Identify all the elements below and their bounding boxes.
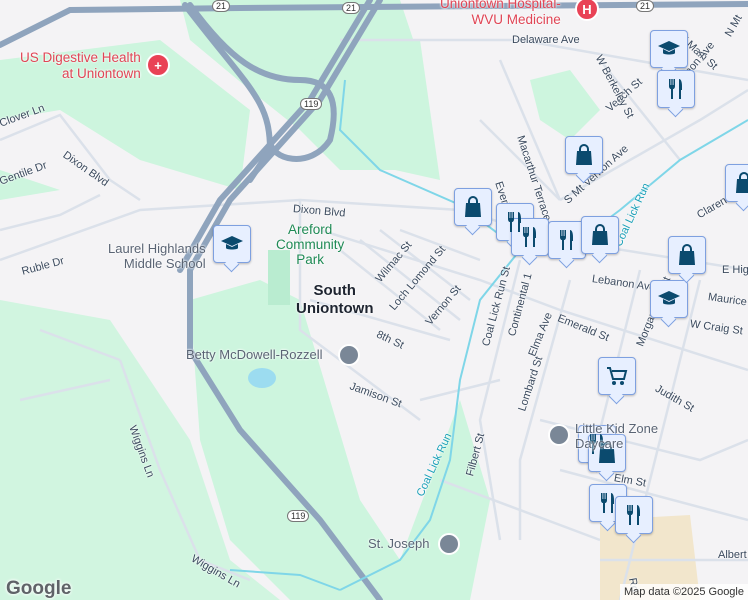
route-21-shield: 21: [342, 2, 361, 14]
restaurant-icon: [627, 505, 640, 525]
shopping-pin[interactable]: [581, 216, 619, 254]
school-line1: Laurel Highlands: [108, 241, 206, 256]
shopping-icon: [592, 224, 608, 245]
shopping-icon: [736, 172, 748, 193]
shopping-pin[interactable]: [565, 136, 603, 174]
stjoseph-label[interactable]: St. Joseph: [368, 536, 429, 551]
shopping-icon: [465, 196, 481, 217]
town-line2: Uniontown: [296, 300, 374, 317]
town-line1: South: [313, 282, 356, 299]
school-icon: [658, 41, 680, 55]
restaurant-icon: [560, 230, 573, 250]
park-line1: Areford: [287, 222, 333, 237]
grocery-icon: [607, 367, 628, 385]
restaurant-icon: [601, 493, 614, 513]
route-119-shield: 119: [300, 98, 323, 110]
route-119-shield: 119: [287, 510, 310, 522]
map-attribution[interactable]: Map data ©2025 Google: [619, 584, 748, 600]
digestive-line2: at Uniontown: [62, 66, 141, 81]
grocery-pin[interactable]: [598, 357, 636, 395]
place-marker-icon[interactable]: [548, 424, 570, 446]
restaurant-icon: [523, 227, 536, 247]
hospital-name-line2: WVU Medicine: [471, 12, 561, 27]
park-line2: Community: [276, 237, 345, 252]
route-21-shield: 21: [636, 0, 655, 12]
street-label: Albert: [718, 549, 747, 561]
betty-label[interactable]: Betty McDowell-Rozzell: [186, 347, 323, 362]
school-icon: [221, 236, 243, 250]
street-label: Delaware Ave: [512, 34, 580, 46]
google-logo[interactable]: Google: [6, 578, 71, 600]
kidzone-line2: Daycare: [575, 436, 624, 451]
shopping-pin[interactable]: [454, 188, 492, 226]
restaurant-pin[interactable]: [657, 70, 695, 108]
hospital-label[interactable]: Uniontown Hospital- WVU Medicine: [440, 0, 561, 28]
route-21-shield: 21: [212, 0, 231, 12]
school-label[interactable]: Laurel Highlands Middle School: [108, 241, 206, 271]
digestive-health-label[interactable]: US Digestive Health at Uniontown: [20, 50, 141, 82]
medical-icon[interactable]: +: [146, 53, 170, 77]
shopping-pin[interactable]: [668, 236, 706, 274]
school-marker-icon[interactable]: [338, 344, 360, 366]
shopping-pin[interactable]: [725, 164, 748, 202]
kidzone-line1: Little Kid Zone: [575, 421, 659, 436]
school-pin[interactable]: [213, 225, 251, 263]
pond: [248, 368, 276, 388]
kidzone-label[interactable]: Little Kid Zone Daycare: [575, 421, 658, 451]
school-pin[interactable]: [650, 280, 688, 318]
church-icon[interactable]: [438, 533, 460, 555]
park-line3: Park: [296, 252, 325, 267]
school-icon: [658, 291, 680, 305]
hospital-name-line1: Uniontown Hospital-: [440, 0, 561, 11]
park-label[interactable]: Areford Community Park: [276, 222, 344, 267]
town-label: South Uniontown: [296, 282, 373, 318]
school-pin[interactable]: [650, 30, 688, 68]
school-line2: Middle School: [123, 256, 206, 271]
shopping-icon: [576, 144, 592, 165]
shopping-icon: [679, 244, 695, 265]
digestive-line1: US Digestive Health: [20, 50, 141, 65]
street-label: E High: [722, 264, 748, 276]
restaurant-icon: [669, 79, 682, 99]
restaurant-pin[interactable]: [615, 496, 653, 534]
